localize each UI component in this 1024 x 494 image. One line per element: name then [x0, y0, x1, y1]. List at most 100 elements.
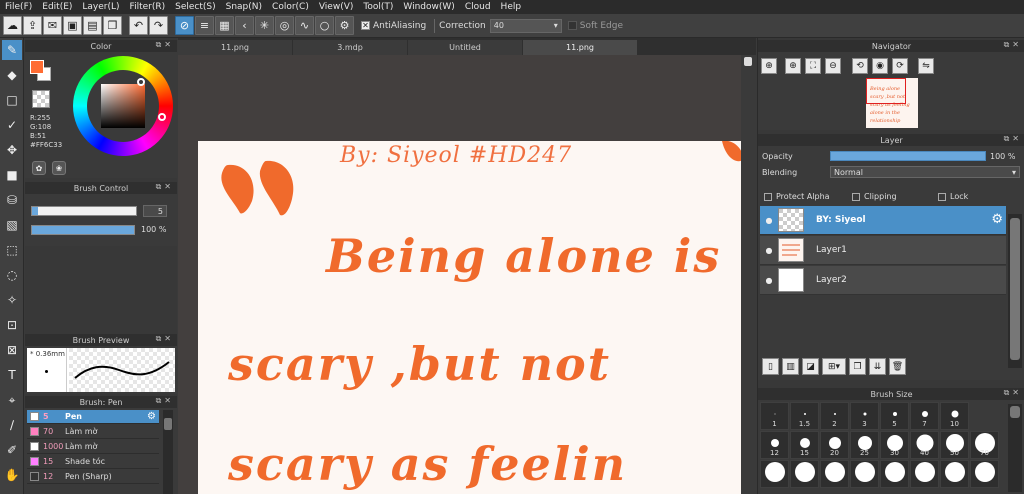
brush-size-cell[interactable] — [760, 460, 789, 488]
menu-view[interactable]: View(V) — [314, 2, 359, 12]
merge-layer-icon[interactable]: ⇊ — [869, 358, 886, 375]
radial-snap-icon[interactable]: ✳ — [255, 16, 274, 35]
menu-window[interactable]: Window(W) — [398, 2, 459, 12]
list-item[interactable]: 1000 Làm mờ — [27, 440, 159, 454]
table-row[interactable]: ● Layer1 — [760, 236, 1006, 265]
delete-layer-icon[interactable]: 🗑 — [889, 358, 906, 375]
text-tool-icon[interactable]: T — [2, 365, 22, 385]
cloud-icon[interactable]: ☁ — [3, 16, 22, 35]
hand-tool-icon[interactable]: ✋ — [2, 465, 22, 485]
flip-icon[interactable]: ⇋ — [918, 58, 934, 74]
visibility-dot-icon[interactable]: ● — [760, 246, 778, 255]
new-layer-icon[interactable]: ▯ — [762, 358, 779, 375]
comment-icon[interactable]: ✉ — [43, 16, 62, 35]
brush-size-cell[interactable]: 20 — [820, 431, 849, 459]
crisscross-snap-icon[interactable]: ▦ — [215, 16, 234, 35]
document-icon[interactable]: ▤ — [83, 16, 102, 35]
add-layer-menu-icon[interactable]: ⊞▾ — [822, 358, 846, 375]
menu-select[interactable]: Select(S) — [170, 2, 221, 12]
menu-help[interactable]: Help — [496, 2, 527, 12]
select-tool-icon[interactable]: ⬚ — [2, 240, 22, 260]
snap-off-icon[interactable]: ⊘ — [175, 16, 194, 35]
palette-alt-icon[interactable]: ❀ — [52, 161, 66, 175]
brush-size-value[interactable]: 5 — [143, 205, 167, 217]
brush-size-cell[interactable]: 70 — [970, 431, 999, 459]
divide-tool-icon[interactable]: ∕ — [2, 415, 22, 435]
hue-knob[interactable] — [158, 113, 166, 121]
fill-rect-tool-icon[interactable]: ■ — [2, 165, 22, 185]
menu-snap[interactable]: Snap(N) — [221, 2, 267, 12]
panel-controls-icon[interactable]: ⧉✕ — [1004, 134, 1022, 144]
new-halftone-layer-icon[interactable]: ▥ — [782, 358, 799, 375]
new-8bit-layer-icon[interactable]: ◪ — [802, 358, 819, 375]
navigator-thumbnail[interactable]: Being alone scary ,but not scary as feel… — [866, 78, 918, 128]
brush-size-cell[interactable]: 1 — [760, 402, 789, 430]
saturation-value-square[interactable] — [101, 84, 145, 128]
menu-cloud[interactable]: Cloud — [460, 2, 496, 12]
panel-controls-icon[interactable]: ⧉✕ — [156, 334, 174, 344]
share-icon[interactable]: ⇪ — [23, 16, 42, 35]
menu-edit[interactable]: Edit(E) — [37, 2, 77, 12]
brush-size-cell[interactable]: 7 — [910, 402, 939, 430]
palette-icon[interactable]: ✿ — [32, 161, 46, 175]
canvas-vertical-scrollbar[interactable] — [741, 55, 756, 494]
brush-size-cell[interactable]: 2 — [820, 402, 849, 430]
visibility-dot-icon[interactable]: ● — [760, 216, 778, 225]
layer-opacity-slider[interactable] — [830, 151, 986, 161]
curve-snap-icon[interactable]: ∿ — [295, 16, 314, 35]
reset-rotation-icon[interactable]: ◉ — [872, 58, 888, 74]
panel-controls-icon[interactable]: ⧉✕ — [156, 40, 174, 50]
brush-size-cell[interactable]: 25 — [850, 431, 879, 459]
eraser-tool-icon[interactable]: ◆ — [2, 65, 22, 85]
brush-size-cell[interactable]: 15 — [790, 431, 819, 459]
list-item[interactable]: 5 Pen ⚙ — [27, 410, 159, 424]
navigator-viewport[interactable] — [866, 78, 906, 104]
panel-controls-icon[interactable]: ⧉✕ — [156, 396, 174, 406]
brush-size-slider[interactable] — [31, 206, 137, 216]
vanishing-point-icon[interactable]: ‹ — [235, 16, 254, 35]
brush-list-scrollbar[interactable] — [163, 410, 173, 494]
gear-icon[interactable]: ⚙ — [335, 16, 354, 35]
panel-controls-icon[interactable]: ⧉✕ — [1004, 40, 1022, 50]
select-eraser-tool-icon[interactable]: ⊠ — [2, 340, 22, 360]
brush-size-cell[interactable]: 12 — [760, 431, 789, 459]
duplicate-layer-icon[interactable]: ❐ — [849, 358, 866, 375]
blending-select[interactable]: Normal ▾ — [830, 166, 1020, 178]
brush-size-cell[interactable] — [910, 460, 939, 488]
select-pen-tool-icon[interactable]: ⊡ — [2, 315, 22, 335]
menu-color[interactable]: Color(C) — [267, 2, 314, 12]
fit-icon[interactable]: ⛶ — [805, 58, 821, 74]
zoom-in-icon[interactable]: ⊕ — [761, 58, 777, 74]
layer-list-scrollbar[interactable] — [1008, 214, 1022, 368]
panel-controls-icon[interactable]: ⧉✕ — [1004, 388, 1022, 398]
brush-size-cell[interactable]: 3 — [850, 402, 879, 430]
brush-size-cell[interactable] — [850, 460, 879, 488]
bucket-tool-icon[interactable]: ⛁ — [2, 190, 22, 210]
tab-3-mdp[interactable]: 3.mdp — [293, 40, 407, 55]
sv-knob[interactable] — [137, 78, 145, 86]
brush-size-cell[interactable] — [820, 460, 849, 488]
zoom-out-icon[interactable]: ⊖ — [825, 58, 841, 74]
gear-icon[interactable]: ⚙ — [991, 212, 1003, 227]
magic-wand-tool-icon[interactable]: ✧ — [2, 290, 22, 310]
eyedropper-tool-icon[interactable]: ✐ — [2, 440, 22, 460]
list-item[interactable]: 12 Pen (Sharp) — [27, 470, 159, 484]
drawing-canvas[interactable]: By: Siyeol #HD247 Being alone is scary ,… — [198, 141, 741, 494]
redo-icon[interactable]: ↷ — [149, 16, 168, 35]
brush-opacity-slider[interactable] — [31, 225, 135, 235]
lock-checkbox[interactable]: Lock — [938, 192, 968, 201]
correction-select[interactable]: 40 ▾ — [489, 18, 562, 33]
table-row[interactable]: ● Layer2 — [760, 266, 1006, 295]
undo-icon[interactable]: ↶ — [129, 16, 148, 35]
menu-tool[interactable]: Tool(T) — [358, 2, 398, 12]
gradient-tool-icon[interactable]: ▧ — [2, 215, 22, 235]
rotate-left-icon[interactable]: ⟲ — [852, 58, 868, 74]
operation-tool-icon[interactable]: ⌖ — [2, 390, 22, 410]
circle-icon[interactable]: ○ — [315, 16, 334, 35]
tab-11-png-active[interactable]: 11.png — [523, 40, 637, 55]
tab-untitled[interactable]: Untitled — [408, 40, 522, 55]
transparent-color-swatch[interactable] — [32, 90, 50, 108]
brush-size-cell[interactable]: 5 — [880, 402, 909, 430]
list-item[interactable]: 15 Shade tóc — [27, 455, 159, 469]
circle-snap-icon[interactable]: ◎ — [275, 16, 294, 35]
